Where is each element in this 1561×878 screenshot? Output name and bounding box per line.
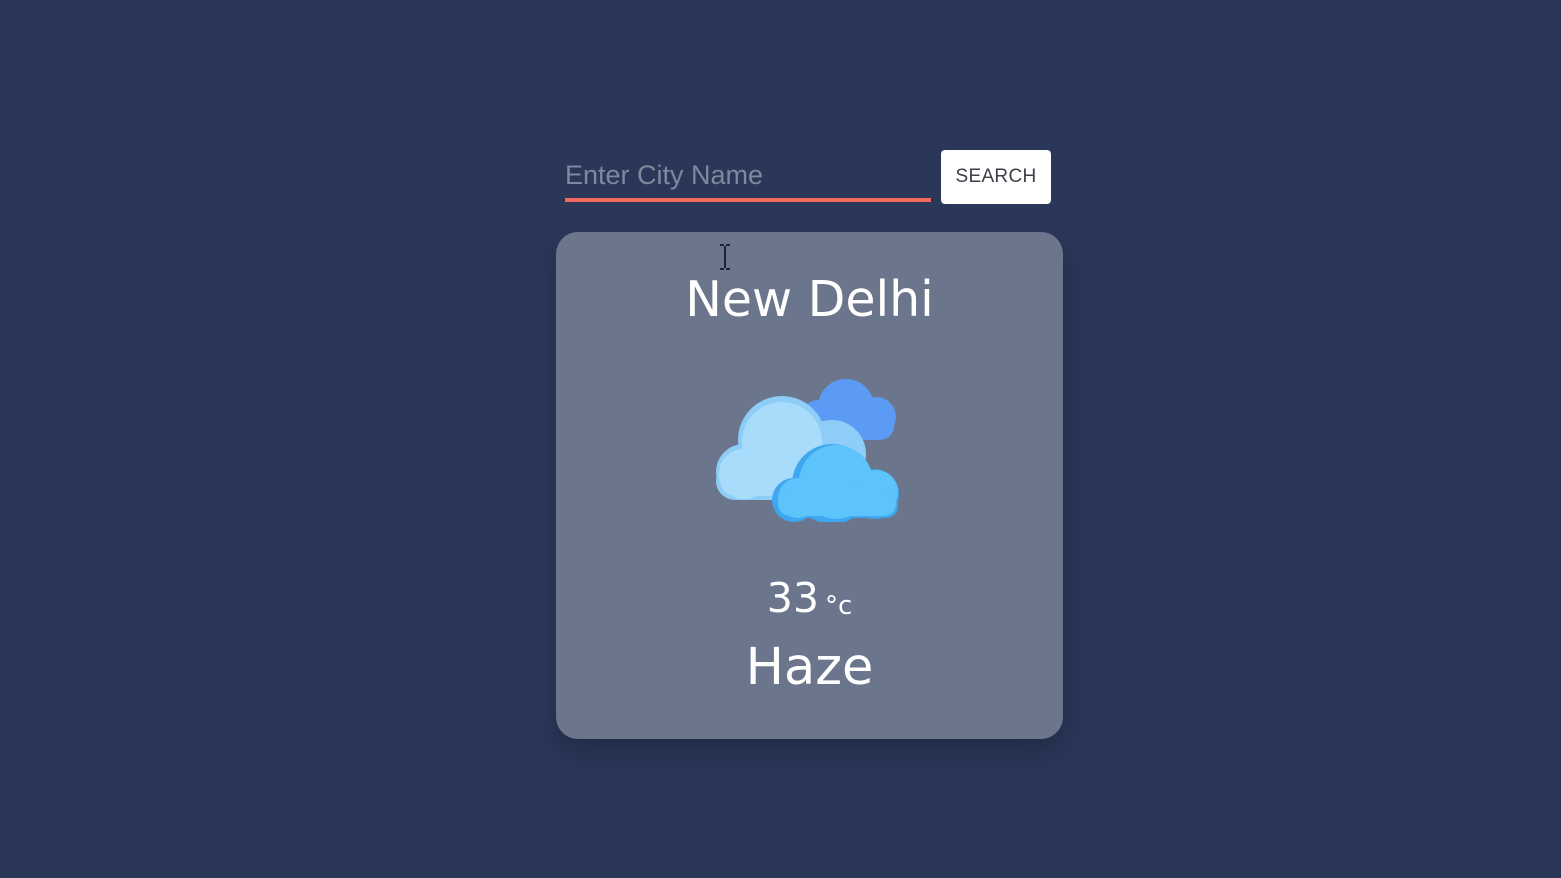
search-button[interactable]: SEARCH bbox=[941, 150, 1051, 204]
temperature-unit: °c bbox=[824, 591, 853, 621]
weather-condition: Haze bbox=[745, 638, 874, 697]
text-cursor-icon bbox=[719, 244, 731, 270]
city-name: New Delhi bbox=[685, 271, 934, 328]
weather-app: SEARCH New Delhi bbox=[0, 0, 1561, 878]
clouds-icon bbox=[714, 372, 904, 524]
weather-card: New Delhi 33 °c Haze bbox=[556, 232, 1063, 739]
city-search-input[interactable] bbox=[565, 152, 931, 202]
temperature: 33 °c bbox=[556, 571, 1063, 633]
temperature-value: 33 bbox=[766, 574, 819, 622]
search-bar: SEARCH bbox=[565, 150, 1051, 208]
